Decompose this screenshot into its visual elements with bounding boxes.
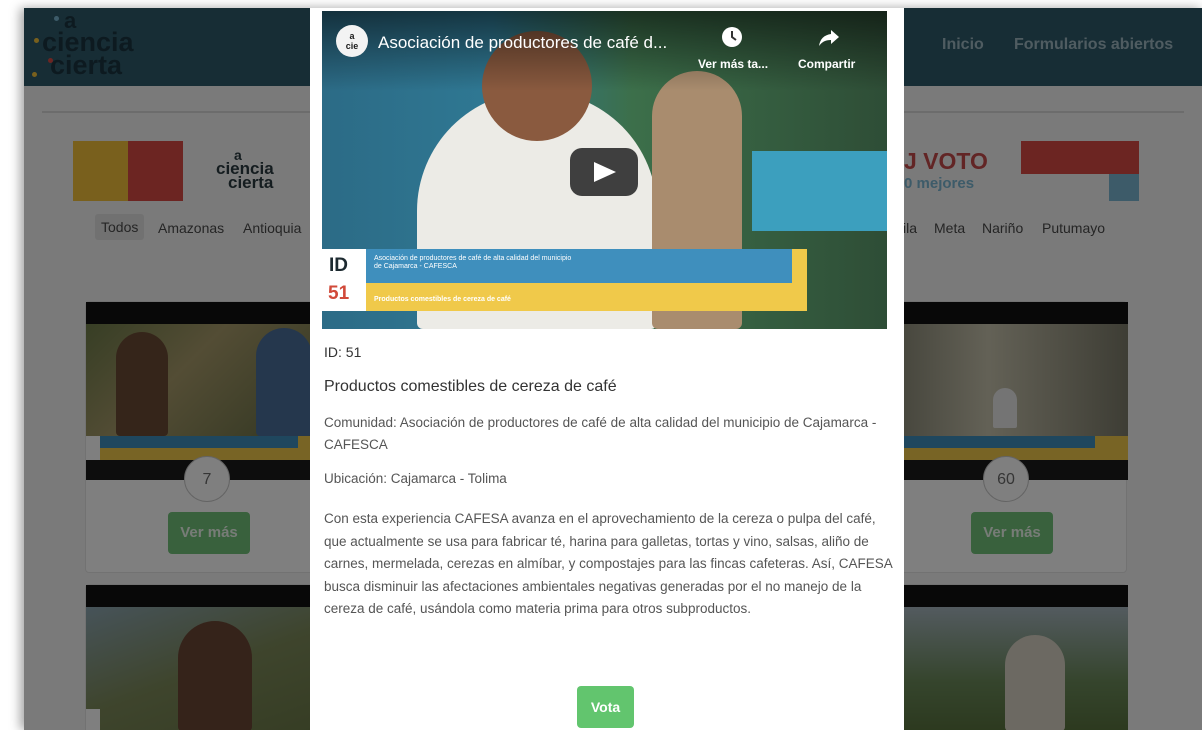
share-label[interactable]: Compartir xyxy=(798,57,855,71)
video-product-text: Productos comestibles de cereza de café xyxy=(374,296,511,303)
project-title: Productos comestibles de cereza de café xyxy=(324,378,617,395)
clock-icon[interactable] xyxy=(720,25,744,49)
vote-button[interactable]: Vota xyxy=(577,686,634,728)
play-icon xyxy=(594,162,616,182)
project-community: Comunidad: Asociación de productores de … xyxy=(324,415,877,452)
project-id: ID: 51 xyxy=(324,344,362,360)
video-id-number: 51 xyxy=(328,283,350,304)
video-id-label: ID xyxy=(329,255,348,276)
video-player[interactable]: a cie Asociación de productores de café d… xyxy=(322,11,887,329)
project-detail-modal: a cie Asociación de productores de café d… xyxy=(310,8,904,730)
video-title[interactable]: Asociación de productores de café d... xyxy=(378,33,667,53)
video-community-text: Asociación de productores de café de alt… xyxy=(374,255,572,271)
project-description: Con esta experiencia CAFESA avanza en el… xyxy=(324,511,893,616)
project-location: Ubicación: Cajamarca - Tolima xyxy=(324,471,507,486)
watch-later-label[interactable]: Ver más ta... xyxy=(698,57,768,71)
play-button[interactable] xyxy=(570,148,638,196)
share-icon[interactable] xyxy=(817,25,841,49)
screenshot: a ciencia cierta Inicio Formularios abie… xyxy=(0,0,1202,730)
channel-avatar[interactable]: a cie xyxy=(336,25,368,57)
video-wall xyxy=(752,151,887,231)
